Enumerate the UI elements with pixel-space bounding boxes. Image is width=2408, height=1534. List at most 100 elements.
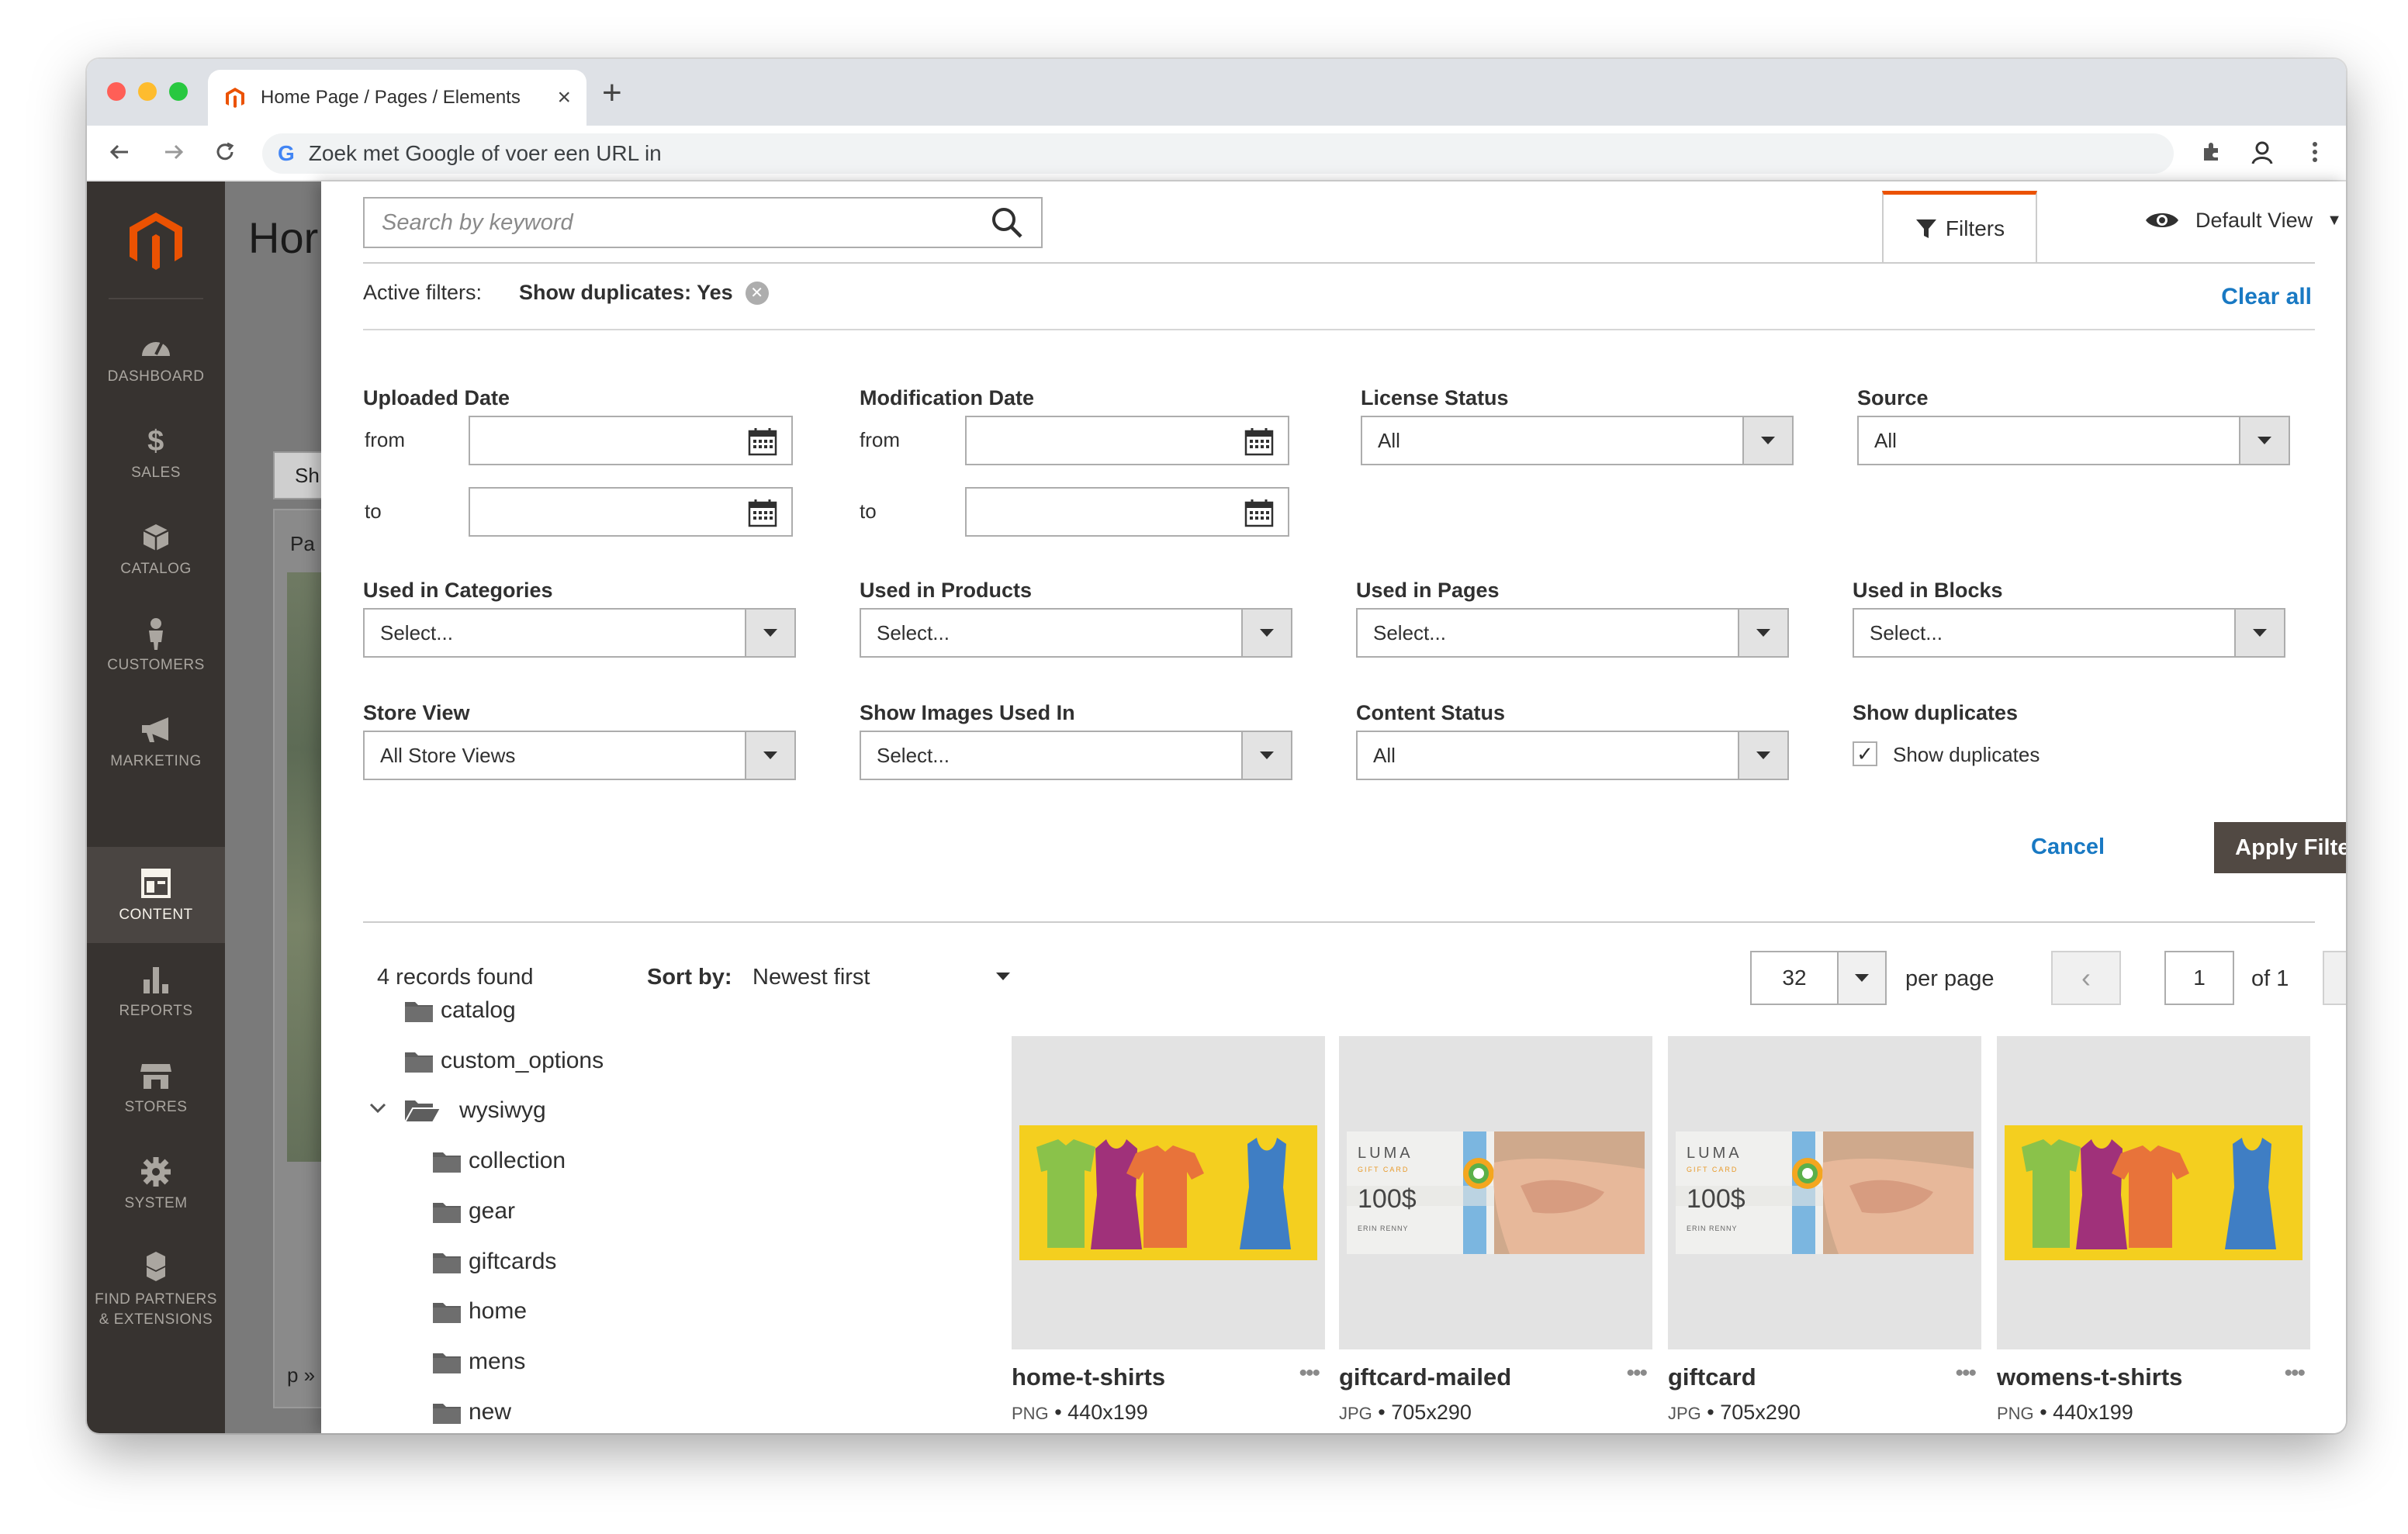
storefront-icon (139, 1059, 173, 1093)
modification-date-from-input[interactable] (965, 416, 1289, 465)
show-duplicates-checkbox-label: Show duplicates (1893, 743, 2040, 766)
more-actions-icon[interactable]: ••• (1299, 1360, 1320, 1387)
image-type: JPG (1668, 1404, 1701, 1423)
search-input[interactable] (382, 209, 990, 236)
used-in-products-value: Select... (877, 620, 950, 644)
folder-name: gear (469, 1197, 516, 1224)
image-tile[interactable]: womens-t-shirts ••• PNG • 440x199 (1997, 1036, 2310, 1424)
folder-tree-item[interactable]: custom_options (403, 1048, 604, 1074)
show-duplicates-checkbox[interactable]: ✓ (1853, 741, 1877, 766)
profile-avatar-icon[interactable] (2247, 136, 2278, 168)
gear-icon (139, 1155, 173, 1189)
chevron-down-icon (1241, 610, 1291, 656)
extensions-icon[interactable] (2195, 136, 2226, 168)
search-icon[interactable] (990, 206, 1024, 240)
show-images-used-in-select[interactable]: Select... (860, 731, 1292, 780)
magento-favicon-icon (226, 88, 244, 108)
folder-tree-item[interactable]: giftcards (431, 1249, 556, 1275)
image-tile[interactable]: home-t-shirts ••• PNG • 440x199 (1012, 1036, 1325, 1424)
chevron-down-icon[interactable] (369, 1097, 386, 1119)
forward-button[interactable] (158, 136, 189, 168)
chevron-down-icon[interactable] (996, 973, 1010, 980)
uploaded-date-from-input[interactable] (469, 416, 793, 465)
more-actions-icon[interactable]: ••• (2284, 1360, 2305, 1387)
more-actions-icon[interactable]: ••• (1955, 1360, 1976, 1387)
back-button[interactable] (104, 136, 135, 168)
used-in-categories-select[interactable]: Select... (363, 608, 796, 658)
folder-tree-item[interactable]: home (431, 1298, 527, 1325)
zoom-window-button[interactable] (169, 82, 188, 101)
address-bar[interactable]: G Zoek met Google of voer een URL in (262, 133, 2174, 174)
folder-tree-item[interactable]: collection (431, 1148, 566, 1174)
image-tile[interactable]: LUMA GIFT CARD 100$ ERIN RENNY giftcard-mail… (1339, 1036, 1652, 1424)
calendar-icon[interactable] (748, 427, 777, 456)
page-number-input[interactable]: 1 (2164, 951, 2234, 1005)
filters-toggle-button[interactable]: Filters (1882, 191, 2037, 262)
folder-tree-item[interactable]: wysiwyg (369, 1097, 546, 1124)
clear-all-link[interactable]: Clear all (2221, 284, 2312, 310)
image-name: giftcard-mailed (1339, 1363, 1512, 1391)
sidebar-item-marketing[interactable]: MARKETING (87, 693, 225, 789)
image-thumbnail[interactable]: LUMA GIFT CARD 100$ ERIN RENNY (1339, 1036, 1652, 1349)
browser-toolbar: G Zoek met Google of voer een URL in (87, 126, 2346, 181)
calendar-icon[interactable] (1244, 498, 1274, 527)
magento-logo-icon[interactable] (124, 209, 188, 273)
apply-filters-button[interactable]: Apply Filters (2214, 822, 2346, 873)
sort-by-select[interactable]: Newest first (752, 965, 870, 990)
default-view-dropdown[interactable]: Default View ▼ (2144, 197, 2342, 244)
source-label: Source (1857, 386, 1929, 409)
funnel-icon (1915, 219, 1936, 238)
license-status-select[interactable]: All (1361, 416, 1794, 465)
folder-tree-item[interactable]: mens (431, 1349, 525, 1375)
sidebar-item-customers[interactable]: CUSTOMERS (87, 597, 225, 693)
uploaded-date-to-input[interactable] (469, 487, 793, 537)
sidebar-item-content[interactable]: CONTENT (87, 847, 225, 943)
close-tab-icon[interactable]: × (557, 85, 571, 111)
next-page-button[interactable]: › (2323, 951, 2346, 1005)
calendar-icon[interactable] (748, 498, 777, 527)
content-status-select[interactable]: All (1356, 731, 1789, 780)
per-page-select[interactable]: 32 (1750, 951, 1887, 1005)
new-tab-button[interactable]: + (602, 76, 622, 110)
browser-menu-icon[interactable] (2299, 136, 2330, 168)
more-actions-icon[interactable]: ••• (1626, 1360, 1647, 1387)
image-thumbnail[interactable] (1997, 1036, 2310, 1349)
folder-tree-item[interactable]: catalog (403, 997, 516, 1024)
store-view-select[interactable]: All Store Views (363, 731, 796, 780)
used-in-categories-value: Select... (380, 620, 453, 644)
used-in-blocks-select[interactable]: Select... (1853, 608, 2285, 658)
close-window-button[interactable] (107, 82, 126, 101)
calendar-icon[interactable] (1244, 427, 1274, 456)
sidebar-item-sales[interactable]: $ SALES (87, 405, 225, 501)
sidebar-item-dashboard[interactable]: DASHBOARD (87, 309, 225, 405)
sidebar-item-stores[interactable]: STORES (87, 1039, 225, 1135)
used-in-pages-value: Select... (1373, 620, 1446, 644)
source-select[interactable]: All (1857, 416, 2290, 465)
folder-tree-item[interactable]: gear (431, 1198, 515, 1225)
sidebar-item-system[interactable]: SYSTEM (87, 1135, 225, 1232)
remove-filter-icon[interactable]: ✕ (745, 281, 769, 305)
image-thumbnail[interactable] (1012, 1036, 1325, 1349)
image-dimensions: 705x290 (1720, 1401, 1801, 1424)
store-view-label: Store View (363, 701, 470, 724)
sidebar-item-find-partners[interactable]: FIND PARTNERS & EXTENSIONS (87, 1232, 225, 1348)
image-thumbnail[interactable]: LUMA GIFT CARD 100$ ERIN RENNY (1668, 1036, 1981, 1349)
folder-open-icon (403, 1097, 445, 1124)
used-in-products-select[interactable]: Select... (860, 608, 1292, 658)
image-tile[interactable]: LUMA GIFT CARD 100$ ERIN RENNY giftcard ••• JP… (1668, 1036, 1981, 1424)
modification-date-to-input[interactable] (965, 487, 1289, 537)
sidebar-item-label: REPORTS (119, 1003, 193, 1019)
folder-tree-item[interactable]: new (431, 1399, 511, 1425)
records-count: 4 records found (377, 965, 534, 990)
minimize-window-button[interactable] (138, 82, 157, 101)
folder-name: wysiwyg (459, 1097, 546, 1124)
sidebar-item-reports[interactable]: REPORTS (87, 943, 225, 1039)
chevron-down-icon: ▼ (2327, 211, 2342, 229)
used-in-pages-select[interactable]: Select... (1356, 608, 1789, 658)
browser-tab[interactable]: Home Page / Pages / Elements × (208, 70, 586, 126)
sidebar-item-catalog[interactable]: CATALOG (87, 501, 225, 597)
reload-button[interactable] (209, 136, 240, 168)
cancel-button[interactable]: Cancel (2031, 834, 2105, 860)
previous-page-button[interactable]: ‹ (2051, 951, 2121, 1005)
browser-window: Home Page / Pages / Elements × + G Zoek … (87, 59, 2346, 1433)
